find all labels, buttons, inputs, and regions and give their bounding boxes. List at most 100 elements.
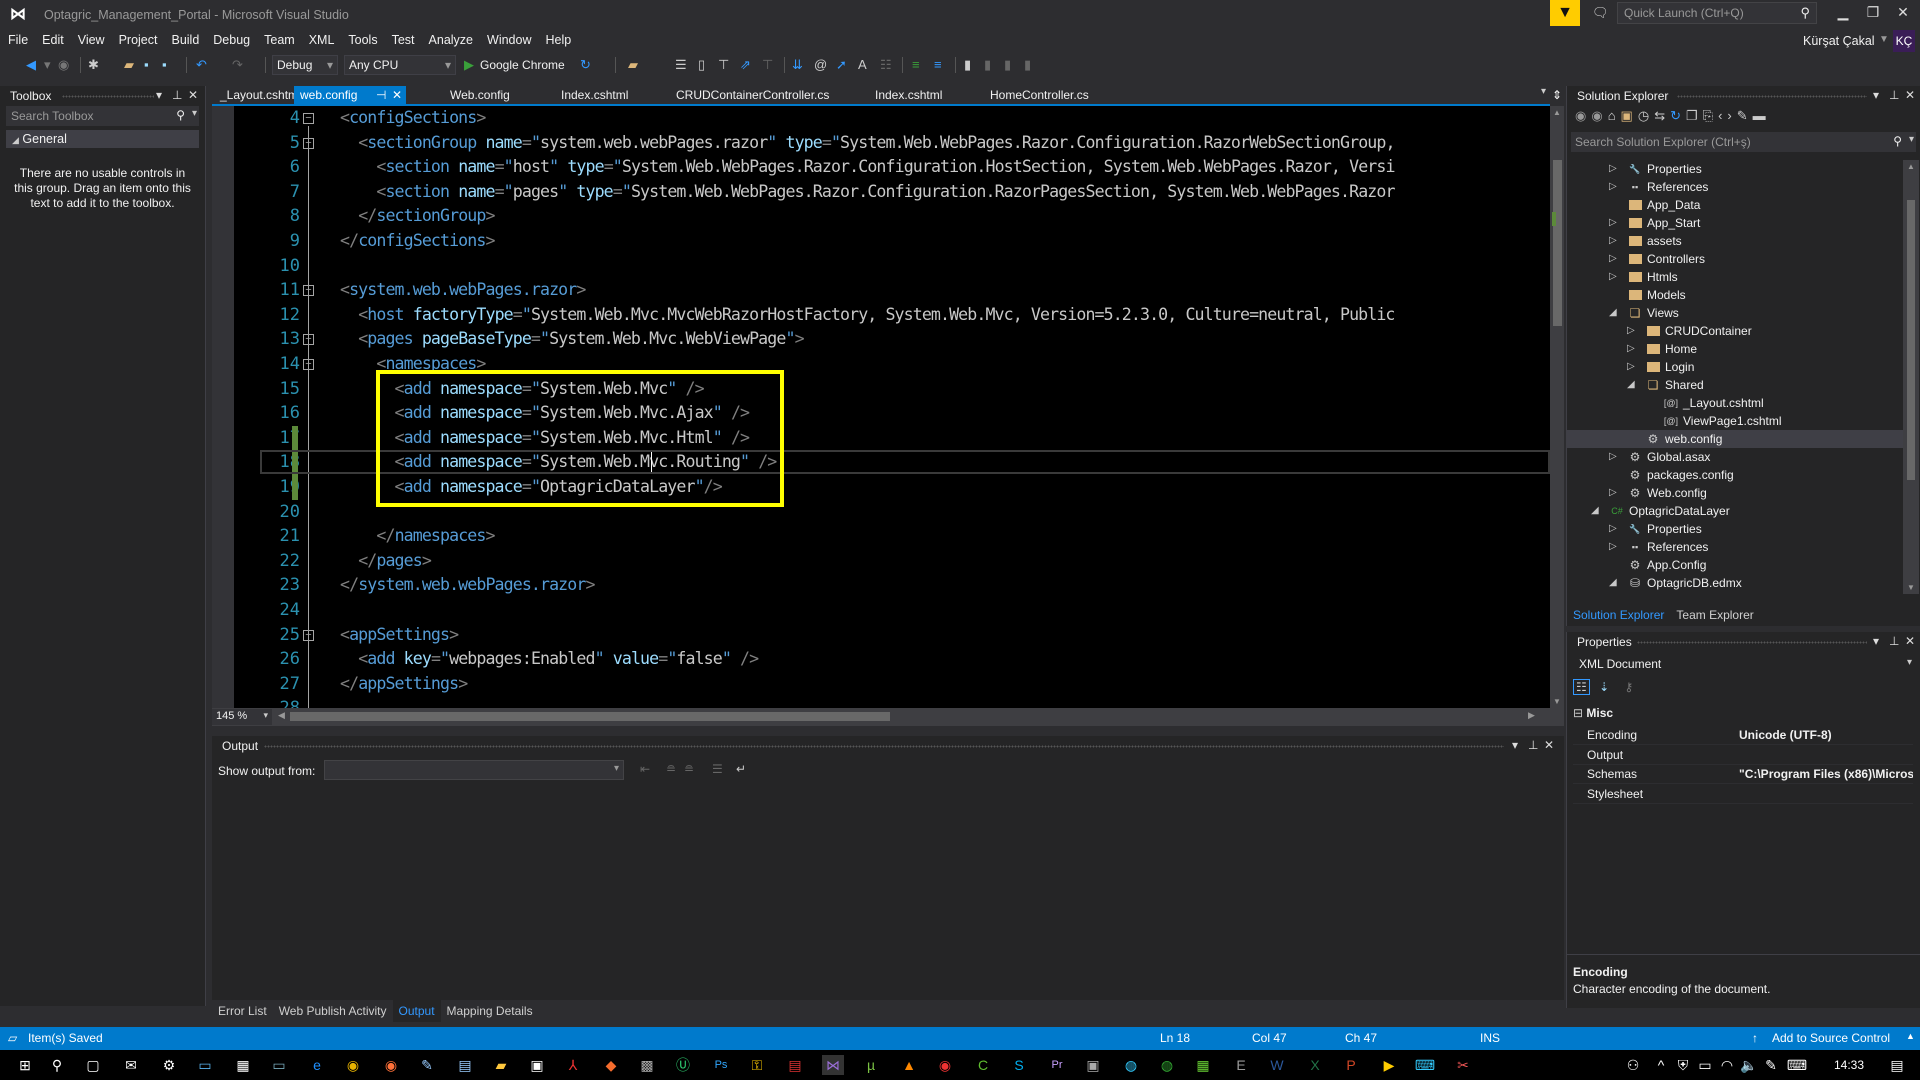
chevron-down-icon[interactable]: ▾ — [1873, 634, 1879, 648]
platform-select[interactable]: Any CPU ▾ — [344, 55, 456, 75]
code-line[interactable]: </configSections> — [340, 229, 495, 254]
collapsed-arrow-icon[interactable]: ▷ — [1627, 358, 1637, 376]
start-debug-icon[interactable]: ▶ — [464, 54, 474, 76]
volume-icon[interactable]: 🔈 — [1738, 1055, 1760, 1075]
clock[interactable]: 14:33 — [1834, 1058, 1864, 1072]
tree-item[interactable]: ◢ ❏ Shared — [1567, 376, 1903, 394]
tree-item[interactable]: ⚙ packages.config — [1567, 466, 1903, 484]
keepass-icon[interactable]: ⚿ — [746, 1055, 768, 1075]
tree-item[interactable]: ▷ App_Start — [1567, 214, 1903, 232]
restore-button[interactable]: ❐ — [1858, 4, 1888, 21]
property-row[interactable]: Schemas "C:\Program Files (x86)\Microsoft — [1573, 765, 1913, 784]
origin-icon[interactable]: ◆ — [600, 1055, 622, 1075]
close-icon[interactable]: ✕ — [188, 88, 198, 102]
tab-team-explorer[interactable]: Team Explorer — [1670, 606, 1759, 624]
hierarchy-icon[interactable]: ⊤ — [718, 54, 729, 76]
add-to-source-control-button[interactable]: Add to Source Control — [1772, 1031, 1890, 1045]
menu-analyze[interactable]: Analyze — [421, 30, 479, 50]
chevron-down-icon[interactable]: ▾ — [1873, 88, 1879, 102]
internet-download-icon[interactable]: ◍ — [1156, 1055, 1178, 1075]
collapsed-arrow-icon[interactable]: ▷ — [1609, 232, 1619, 250]
tab-web-publish-activity[interactable]: Web Publish Activity — [273, 1000, 393, 1022]
horizontal-scroll-thumb[interactable] — [290, 712, 890, 721]
output-text-area[interactable] — [212, 786, 1564, 1008]
collapsed-arrow-icon[interactable]: ▷ — [1627, 592, 1637, 594]
zoom-level-select[interactable]: 145 % ▾ — [212, 709, 272, 725]
tab-mapping-details[interactable]: Mapping Details — [441, 1000, 539, 1022]
idm-icon[interactable]: ◍ — [1120, 1055, 1142, 1075]
code-line[interactable]: <configSections> — [340, 106, 486, 131]
expanded-arrow-icon[interactable]: ◢ — [1591, 502, 1601, 520]
keyboard-icon[interactable]: ⌨ — [1786, 1055, 1808, 1075]
collapse-all-icon[interactable]: ❐ — [1686, 108, 1703, 123]
indent-icon[interactable]: ≡ — [912, 54, 920, 76]
document-icon[interactable]: ▯ — [698, 54, 705, 76]
select-icon[interactable]: ➚ — [836, 54, 847, 76]
doc-tab[interactable]: CRUDContainerController.cs — [670, 86, 835, 104]
code-line[interactable]: <appSettings> — [340, 623, 459, 648]
doc-tab[interactable]: Web.config — [444, 86, 516, 104]
code-line[interactable]: <add key="webpages:Enabled" value="false… — [340, 647, 759, 672]
redo-icon[interactable]: ↷ — [232, 54, 243, 76]
pending-changes-icon[interactable]: ◷ — [1638, 108, 1654, 123]
toolbox-search-input[interactable]: Search Toolbox ⚲ ▾ — [6, 106, 199, 126]
sync-icon[interactable]: ⇆ — [1654, 108, 1670, 123]
vertical-scroll-thumb[interactable] — [1553, 160, 1562, 326]
tree-item[interactable]: [@] _Layout.cshtml — [1567, 394, 1903, 412]
collapsed-arrow-icon[interactable]: ▷ — [1627, 322, 1637, 340]
property-pages-icon[interactable]: ⚷ — [1625, 680, 1634, 694]
tree-item[interactable]: ▷ assets — [1567, 232, 1903, 250]
quick-launch-input[interactable]: Quick Launch (Ctrl+Q) ⚲ — [1617, 2, 1817, 24]
collapsed-arrow-icon[interactable]: ▷ — [1609, 178, 1619, 196]
collapsed-arrow-icon[interactable]: ▷ — [1609, 538, 1619, 556]
word-wrap-icon[interactable]: ↵ — [736, 762, 746, 776]
acrobat-icon[interactable]: ⅄ — [562, 1055, 584, 1075]
collapsed-arrow-icon[interactable]: ▷ — [1609, 448, 1619, 466]
property-value[interactable]: "C:\Program Files (x86)\Microsoft — [1739, 765, 1913, 784]
remote-desktop-icon[interactable]: ▭ — [194, 1055, 216, 1075]
home-icon[interactable]: ⌂ — [1608, 108, 1621, 123]
find-message-icon[interactable]: ⇤ — [640, 762, 650, 776]
menu-edit[interactable]: Edit — [34, 30, 70, 50]
properties-wrench-icon[interactable]: ✎ — [1737, 108, 1753, 123]
keyboard-icon[interactable]: ⌨ — [1414, 1055, 1436, 1075]
alphabetical-icon[interactable]: ⇣ — [1599, 680, 1609, 694]
comment-icon[interactable]: ≡ — [934, 54, 942, 76]
tree-item[interactable]: ▷ ⚙ Web.config — [1567, 484, 1903, 502]
pin-icon[interactable]: ⊥ — [1889, 88, 1899, 102]
snipping-tool-icon[interactable]: ✂ — [1452, 1055, 1474, 1075]
categorized-icon[interactable]: ☷ — [1573, 679, 1590, 695]
menu-test[interactable]: Test — [384, 30, 421, 50]
scroll-left-icon[interactable]: ◀ — [278, 710, 285, 721]
pen-icon[interactable]: ✎ — [1760, 1055, 1782, 1075]
chevron-down-icon[interactable]: ▾ — [156, 88, 162, 102]
tree-item[interactable]: ▷ ⚙ Global.asax — [1567, 448, 1903, 466]
prev-message-icon[interactable]: ≘ — [666, 762, 676, 776]
minimize-button[interactable]: ▁ — [1828, 4, 1858, 21]
show-output-from-select[interactable]: ▾ — [324, 760, 624, 780]
utorrent-green-icon[interactable]: µ — [860, 1055, 882, 1075]
word-icon[interactable]: W — [1266, 1055, 1288, 1075]
doc-tab[interactable]: Index.cshtml — [869, 86, 948, 104]
close-icon[interactable]: ✕ — [1905, 634, 1915, 648]
vlc-icon[interactable]: ▲ — [898, 1055, 920, 1075]
list-icon[interactable]: ☰ — [675, 54, 687, 76]
prev-bookmark-icon[interactable]: ▮ — [984, 54, 991, 76]
property-row[interactable]: Stylesheet — [1573, 785, 1913, 804]
split-icon[interactable]: ⇕ — [1552, 88, 1562, 102]
start-icon[interactable]: ⊞ — [14, 1055, 36, 1075]
people-icon[interactable]: ⚇ — [1622, 1055, 1644, 1075]
pin-icon[interactable]: ⊣ — [376, 88, 386, 102]
action-center-icon[interactable]: ▤ — [1886, 1055, 1908, 1075]
save-all-icon[interactable]: ▪ — [162, 54, 167, 76]
outline-icon[interactable]: ☷ — [880, 54, 892, 76]
menu-help[interactable]: Help — [537, 30, 577, 50]
rename-icon[interactable]: A — [858, 54, 867, 76]
utorrent-icon[interactable]: Ⓤ — [672, 1055, 694, 1075]
code-line[interactable]: <host factoryType="System.Web.Mvc.MvcWeb… — [340, 303, 1395, 328]
drag-grip[interactable] — [264, 745, 1504, 748]
preview-icon[interactable]: ▬ — [1753, 108, 1771, 123]
drag-grip[interactable] — [62, 95, 154, 98]
scroll-up-icon[interactable]: ▲ — [1907, 162, 1915, 171]
collapse-toggle-icon[interactable]: − — [303, 137, 314, 149]
